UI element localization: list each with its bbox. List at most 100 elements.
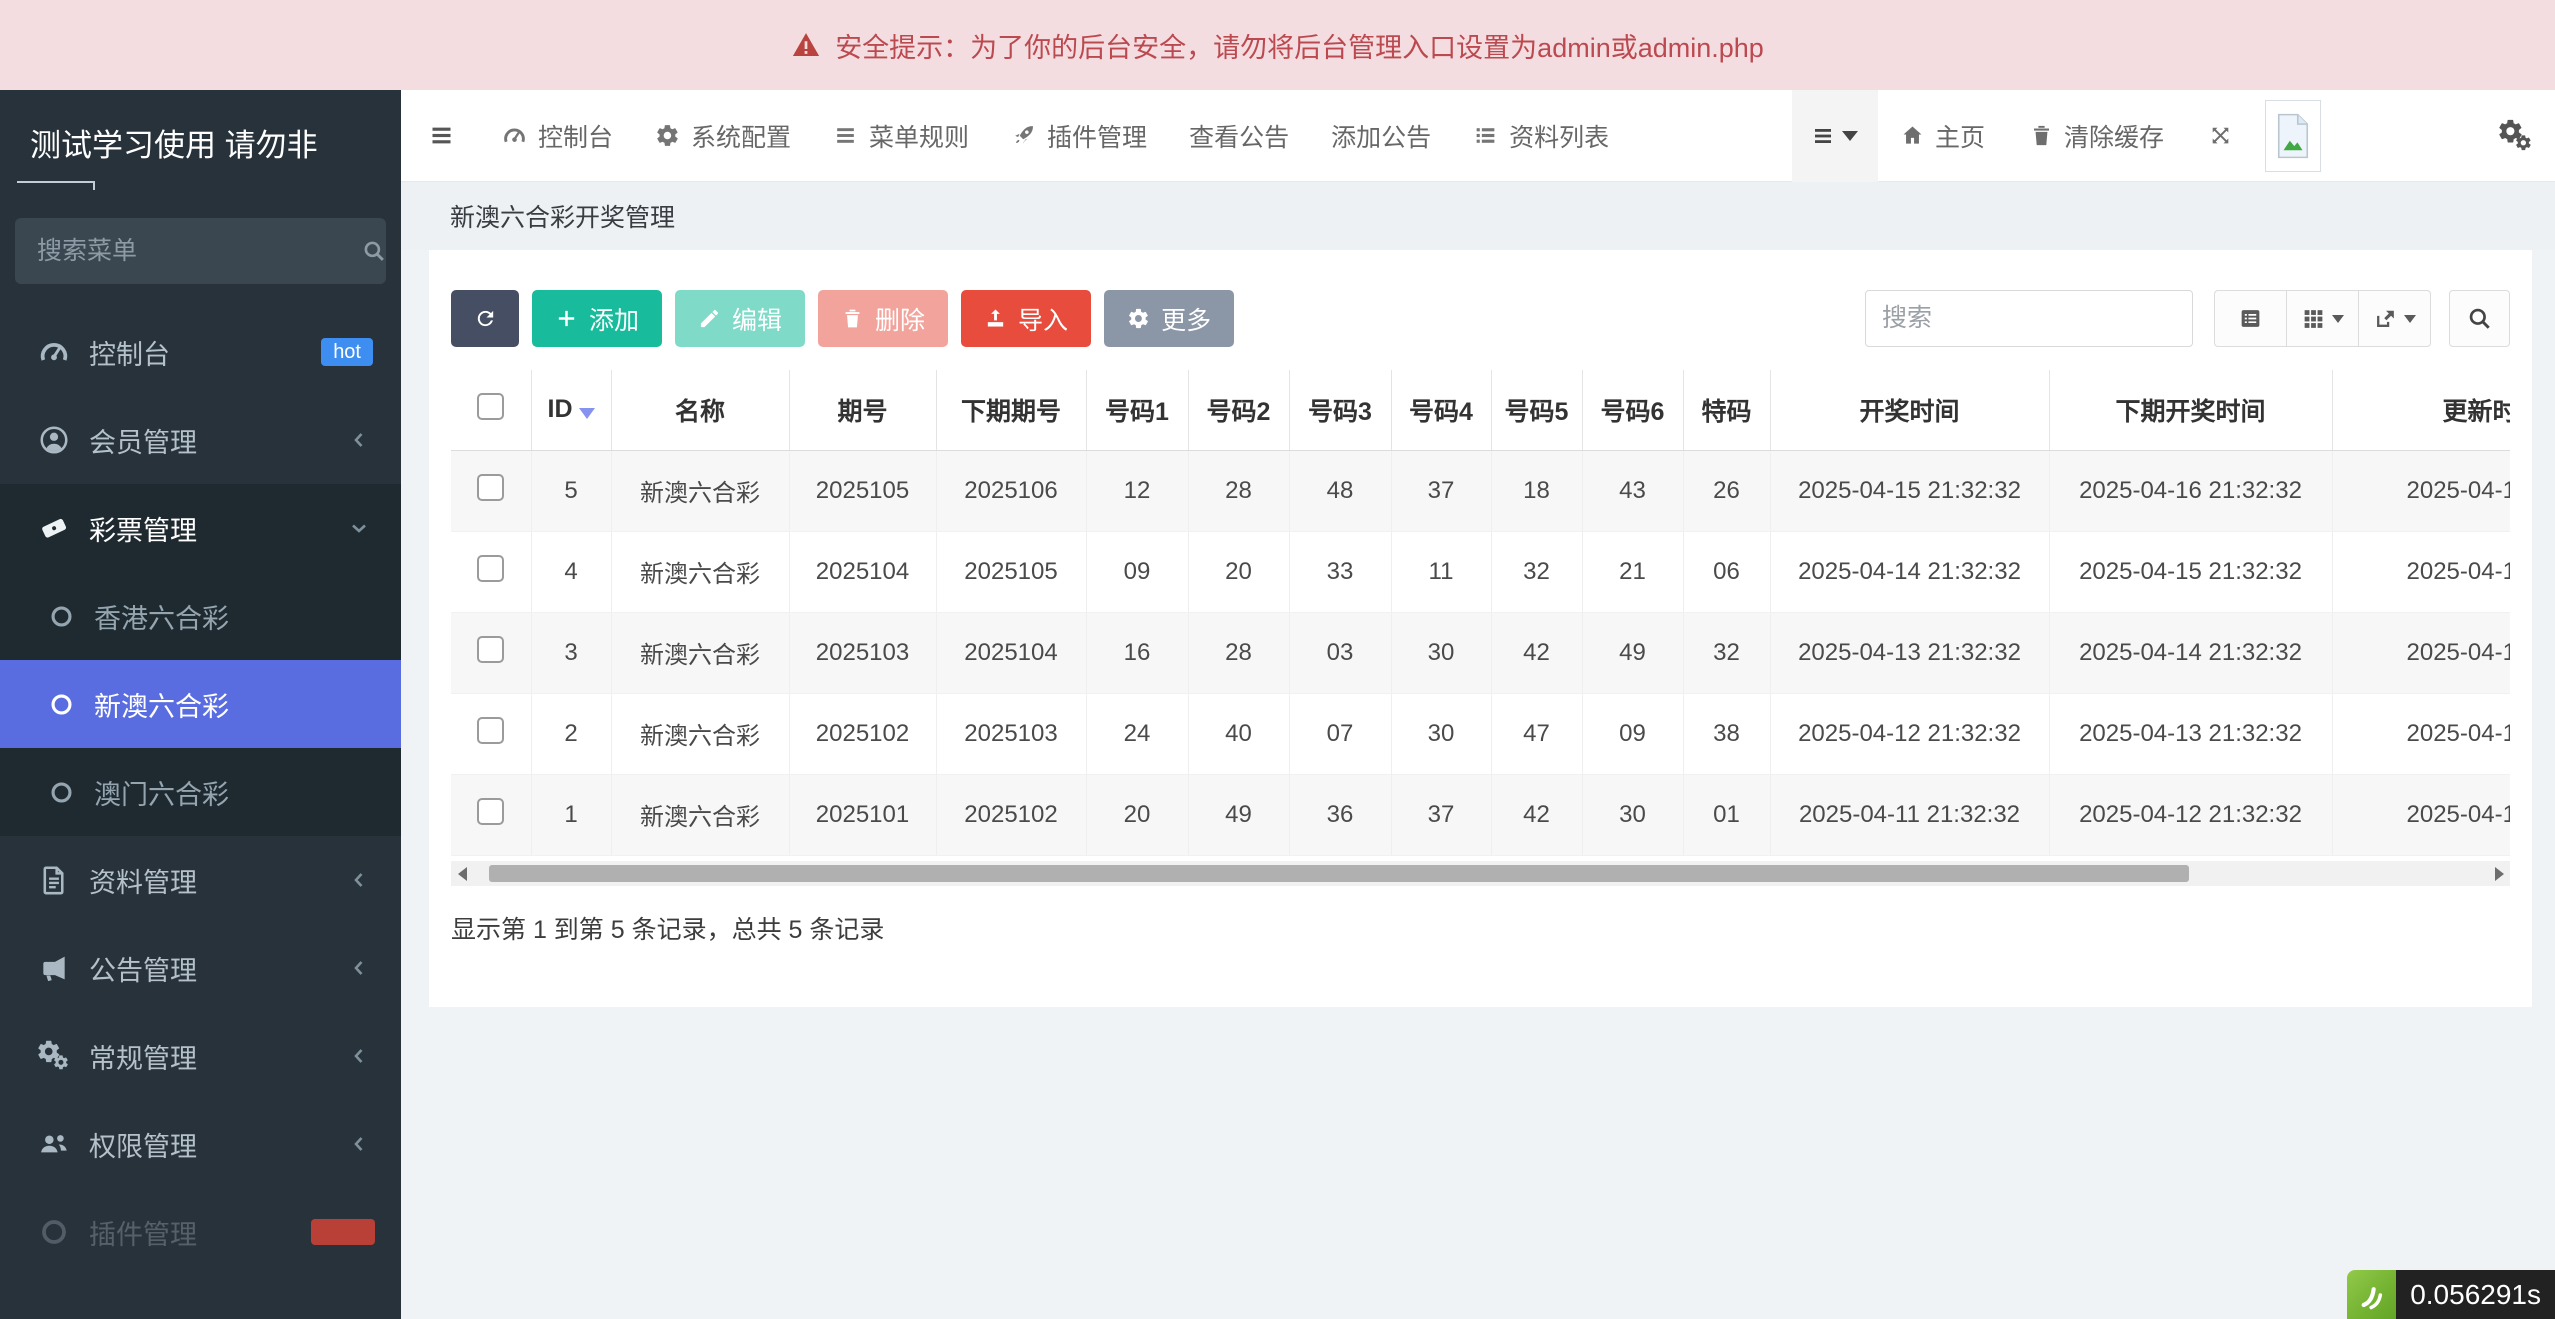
row-checkbox[interactable] (477, 798, 504, 825)
tab-menu-rules[interactable]: 菜单规则 (812, 90, 990, 182)
sidebar-item-hongkong-lottery[interactable]: 香港六合彩 (0, 572, 401, 660)
sidebar-item-label: 插件管理 (89, 1213, 197, 1252)
pencil-icon (698, 307, 721, 330)
scrollbar-thumb[interactable] (489, 865, 2189, 882)
scroll-left-arrow[interactable] (451, 861, 473, 886)
cogs-icon (38, 1040, 70, 1072)
pagination-summary: 显示第 1 到第 5 条记录，总共 5 条记录 (451, 910, 884, 946)
row-checkbox[interactable] (477, 555, 504, 582)
security-banner-text: 安全提示：为了你的后台安全，请勿将后台管理入口设置为admin或admin.ph… (835, 26, 1764, 65)
sidebar-item-general[interactable]: 常规管理 (0, 1012, 401, 1100)
row-checkbox[interactable] (477, 717, 504, 744)
sidebar-item-label: 彩票管理 (89, 509, 197, 548)
column-header-issue[interactable]: 期号 (789, 370, 936, 450)
table-row[interactable]: 3 新澳六合彩 2025103 2025104 16 28 03 30 42 4… (451, 612, 2510, 693)
column-header-num1[interactable]: 号码1 (1086, 370, 1188, 450)
column-header-id[interactable]: ID (531, 370, 611, 450)
sidebar-toggle-button[interactable] (401, 90, 481, 182)
column-header-special[interactable]: 特码 (1683, 370, 1770, 450)
content-panel: 添加 编辑 删除 导入 更多 (429, 250, 2532, 1007)
column-header-num6[interactable]: 号码6 (1582, 370, 1683, 450)
thinkphp-logo-icon[interactable] (2347, 1270, 2396, 1319)
select-all-checkbox[interactable] (477, 393, 504, 420)
chevron-left-icon (347, 428, 371, 452)
column-header-next-issue[interactable]: 下期期号 (936, 370, 1086, 450)
sidebar-search[interactable] (15, 218, 386, 284)
import-label: 导入 (1018, 301, 1068, 337)
column-header-num5[interactable]: 号码5 (1491, 370, 1582, 450)
export-button[interactable] (2358, 290, 2431, 347)
tab-system-config[interactable]: 系统配置 (634, 90, 812, 182)
delete-label: 删除 (875, 301, 925, 337)
more-label: 更多 (1161, 301, 1211, 337)
edit-button[interactable]: 编辑 (675, 290, 805, 347)
tab-dashboard[interactable]: 控制台 (481, 90, 634, 182)
plus-icon (555, 307, 578, 330)
sidebar-item-lottery[interactable]: 彩票管理 (0, 484, 401, 572)
sidebar-item-plugins[interactable]: 插件管理 (0, 1188, 401, 1276)
sidebar-item-label: 香港六合彩 (94, 597, 229, 636)
brand-title: 测试学习使用 请勿非 (0, 90, 401, 165)
settings-gears-icon[interactable] (2499, 119, 2533, 153)
debug-toolbar[interactable]: 0.056291s (2347, 1270, 2555, 1319)
ticket-icon (38, 512, 70, 544)
sidebar-item-xinao-lottery[interactable]: 新澳六合彩 (0, 660, 401, 748)
clear-cache-button[interactable]: 清除缓存 (2007, 90, 2186, 182)
column-header-update-time[interactable]: 更新时间 (2332, 370, 2510, 450)
more-button[interactable]: 更多 (1104, 290, 1234, 347)
page-load-time: 0.056291s (2396, 1270, 2555, 1319)
search-icon (361, 238, 387, 264)
column-header-num3[interactable]: 号码3 (1289, 370, 1391, 450)
detail-view-button[interactable] (2214, 290, 2287, 347)
scroll-right-arrow[interactable] (2488, 861, 2510, 886)
refresh-button[interactable] (451, 290, 519, 347)
column-header-num2[interactable]: 号码2 (1188, 370, 1289, 450)
tab-add-announcement[interactable]: 添加公告 (1310, 90, 1452, 182)
table-row[interactable]: 1 新澳六合彩 2025101 2025102 20 49 36 37 42 3… (451, 774, 2510, 855)
fullscreen-button[interactable] (2186, 90, 2255, 182)
columns-button[interactable] (2286, 290, 2359, 347)
column-header-name[interactable]: 名称 (611, 370, 789, 450)
tab-plugin-management[interactable]: 插件管理 (990, 90, 1168, 182)
caret-down-icon (2332, 315, 2344, 323)
trash-icon (2029, 123, 2054, 148)
sort-desc-icon (579, 408, 595, 419)
avatar[interactable] (2265, 100, 2321, 172)
horizontal-scrollbar[interactable] (451, 861, 2510, 886)
bullhorn-icon (38, 952, 70, 984)
sidebar-item-data[interactable]: 资料管理 (0, 836, 401, 924)
table-row[interactable]: 2 新澳六合彩 2025102 2025103 24 40 07 30 47 0… (451, 693, 2510, 774)
import-button[interactable]: 导入 (961, 290, 1091, 347)
tab-view-announcement[interactable]: 查看公告 (1168, 90, 1310, 182)
row-checkbox[interactable] (477, 474, 504, 501)
sidebar-item-label: 权限管理 (89, 1125, 197, 1164)
columns-grid-icon (2301, 306, 2326, 331)
sidebar-item-dashboard[interactable]: 控制台 hot (0, 308, 401, 396)
column-header-draw-time[interactable]: 开奖时间 (1770, 370, 2049, 450)
sidebar-item-announcement[interactable]: 公告管理 (0, 924, 401, 1012)
sidebar-search-input[interactable] (35, 236, 361, 267)
tab-label: 查看公告 (1189, 118, 1289, 154)
table-search-input[interactable] (1865, 290, 2193, 347)
table-row[interactable]: 4 新澳六合彩 2025104 2025105 09 20 33 11 32 2… (451, 531, 2510, 612)
tab-data-list[interactable]: 资料列表 (1452, 90, 1630, 182)
tabs-dropdown-button[interactable] (1792, 90, 1878, 182)
sidebar-item-members[interactable]: 会员管理 (0, 396, 401, 484)
row-checkbox[interactable] (477, 636, 504, 663)
sidebar-item-permissions[interactable]: 权限管理 (0, 1100, 401, 1188)
rocket-icon (1011, 123, 1036, 148)
home-button[interactable]: 主页 (1878, 90, 2007, 182)
trash-icon (841, 307, 864, 330)
column-header-next-draw-time[interactable]: 下期开奖时间 (2049, 370, 2332, 450)
circle-icon (48, 603, 75, 630)
delete-button[interactable]: 删除 (818, 290, 948, 347)
add-button[interactable]: 添加 (532, 290, 662, 347)
tachometer-icon (38, 336, 70, 368)
search-toggle-button[interactable] (2449, 290, 2510, 347)
sidebar: 测试学习使用 请勿非 控制台 hot 会员管理 彩票管理 香港六合彩 (0, 90, 401, 1319)
view-button-group (2214, 290, 2431, 347)
sidebar-item-macau-lottery[interactable]: 澳门六合彩 (0, 748, 401, 836)
column-header-num4[interactable]: 号码4 (1391, 370, 1491, 450)
table-row[interactable]: 5 新澳六合彩 2025105 2025106 12 28 48 37 18 4… (451, 450, 2510, 531)
select-all-header[interactable] (451, 370, 531, 450)
